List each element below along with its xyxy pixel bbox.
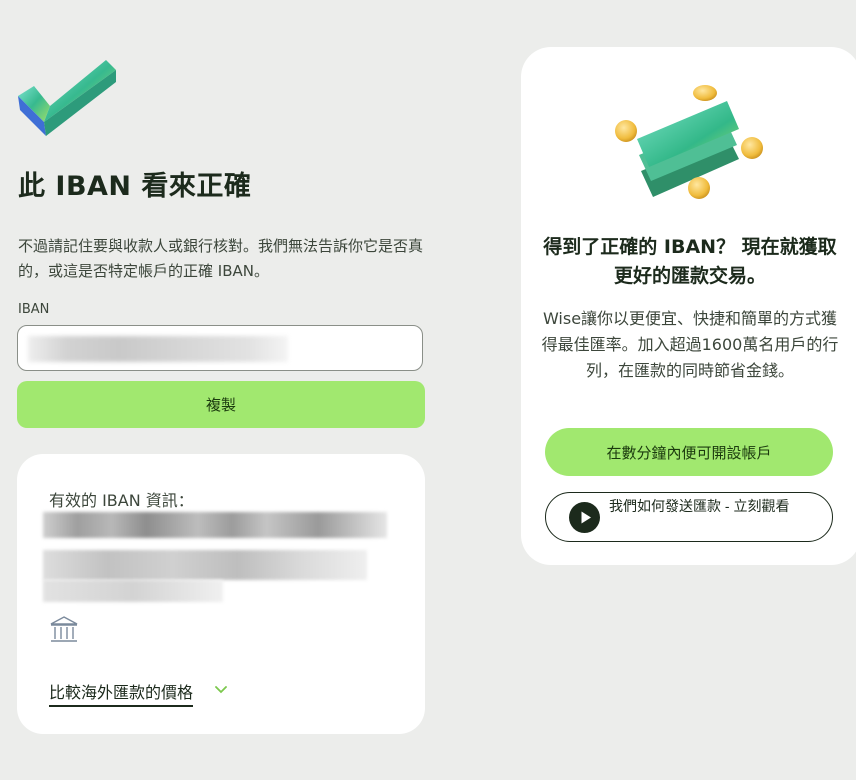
iban-value-redacted	[28, 336, 288, 362]
chevron-down-icon[interactable]	[215, 686, 227, 694]
bank-icon	[50, 616, 78, 642]
copy-button[interactable]: 複製	[17, 381, 425, 428]
info-card-title: 有效的 IBAN 資訊：	[49, 491, 194, 510]
iban-info-card: 有效的 IBAN 資訊： 比較海外匯款的價格	[17, 454, 425, 734]
iban-info-redacted-line	[43, 512, 387, 538]
iban-field[interactable]	[17, 325, 423, 371]
promo-card: 得到了正確的 IBAN？ 現在就獲取更好的匯款交易。 Wise讓你以更便宜、快捷…	[521, 47, 856, 565]
play-icon	[569, 502, 600, 533]
iban-info-redacted-line	[43, 550, 367, 580]
watch-video-button[interactable]: 我們如何發送匯款 - 立刻觀看	[545, 492, 833, 542]
promo-body: Wise讓你以更便宜、快捷和簡單的方式獲得最佳匯率。加入超過1600萬名用戶的行…	[541, 309, 839, 380]
compare-prices-link[interactable]: 比較海外匯款的價格	[49, 679, 194, 707]
page-description: 不過請記住要與收款人或銀行核對。我們無法告訴你它是否真的，或這是否特定帳戶的正確…	[18, 237, 424, 280]
page-title: 此 IBAN 看來正確	[18, 171, 252, 202]
watch-video-label: 我們如何發送匯款 - 立刻觀看	[609, 498, 790, 514]
promo-title: 得到了正確的 IBAN？ 現在就獲取更好的匯款交易。	[543, 236, 837, 287]
iban-info-redacted-line	[43, 580, 223, 602]
open-account-button[interactable]: 在數分鐘內便可開設帳戶	[545, 428, 833, 476]
checkmark-illustration	[18, 60, 116, 136]
money-illustration	[615, 85, 763, 199]
iban-label: IBAN	[18, 302, 50, 317]
